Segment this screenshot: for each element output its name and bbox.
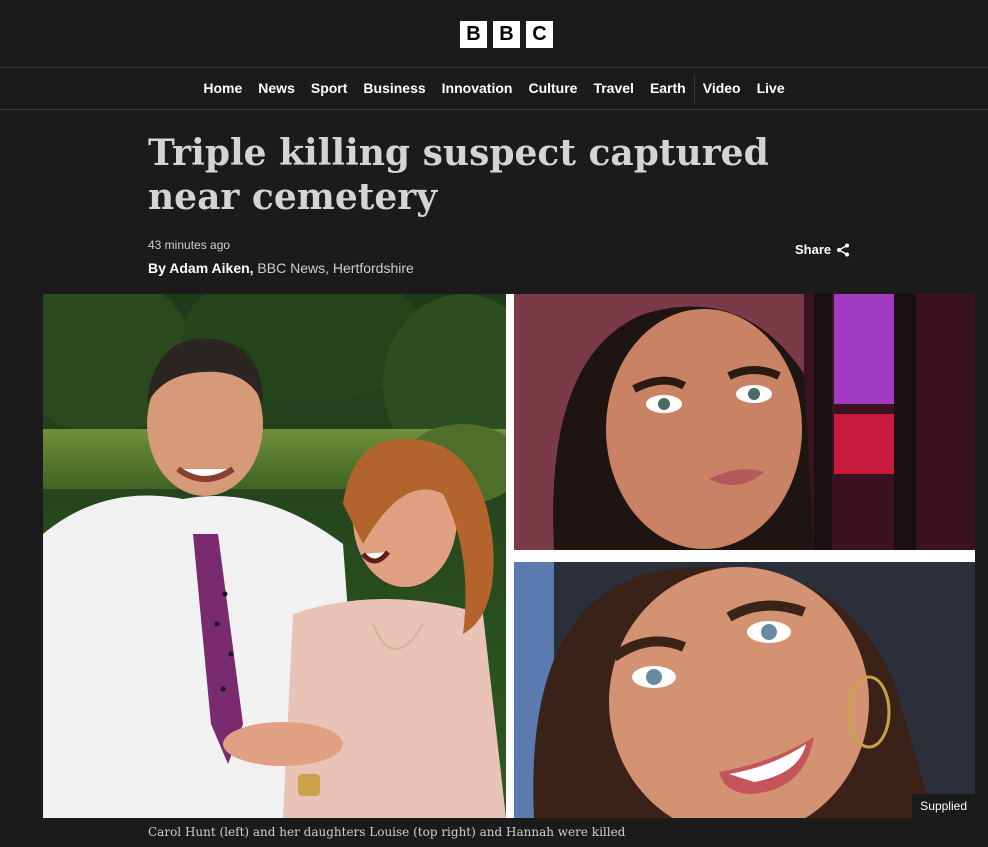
share-label: Share	[795, 242, 832, 257]
logo-letter-b2: B	[493, 21, 520, 48]
photo-couple	[43, 294, 506, 818]
nav-item-video[interactable]: Video	[695, 68, 749, 109]
lead-image: Supplied	[43, 294, 975, 818]
site-header: B B C	[0, 0, 988, 68]
nav-item-news[interactable]: News	[250, 68, 303, 109]
photo-louise-illustration	[514, 294, 975, 550]
nav-item-sport[interactable]: Sport	[303, 68, 356, 109]
photo-louise	[514, 294, 975, 550]
main-nav: Home News Sport Business Innovation Cult…	[0, 68, 988, 110]
nav-item-innovation[interactable]: Innovation	[434, 68, 521, 109]
article-byline: By Adam Aiken, BBC News, Hertfordshire	[148, 260, 414, 276]
photo-hannah-illustration	[514, 562, 975, 818]
bbc-logo[interactable]: B B C	[460, 21, 553, 48]
nav-item-culture[interactable]: Culture	[520, 68, 585, 109]
image-credit: Supplied	[912, 794, 975, 818]
share-button[interactable]: Share	[795, 242, 850, 257]
nav-item-business[interactable]: Business	[355, 68, 433, 109]
nav-item-travel[interactable]: Travel	[585, 68, 641, 109]
photo-couple-illustration	[43, 294, 506, 818]
article-timestamp: 43 minutes ago	[148, 238, 231, 252]
logo-letter-b1: B	[460, 21, 487, 48]
byline-org: BBC News, Hertfordshire	[253, 260, 414, 276]
nav-item-live[interactable]: Live	[749, 68, 793, 109]
byline-author[interactable]: By Adam Aiken,	[148, 260, 254, 276]
logo-letter-c: C	[526, 21, 553, 48]
nav-item-earth[interactable]: Earth	[642, 68, 694, 109]
nav-item-home[interactable]: Home	[195, 68, 250, 109]
image-caption: Carol Hunt (left) and her daughters Loui…	[148, 825, 626, 839]
article-headline: Triple killing suspect captured near cem…	[148, 132, 769, 218]
photo-hannah	[514, 562, 975, 818]
share-icon	[837, 243, 850, 256]
